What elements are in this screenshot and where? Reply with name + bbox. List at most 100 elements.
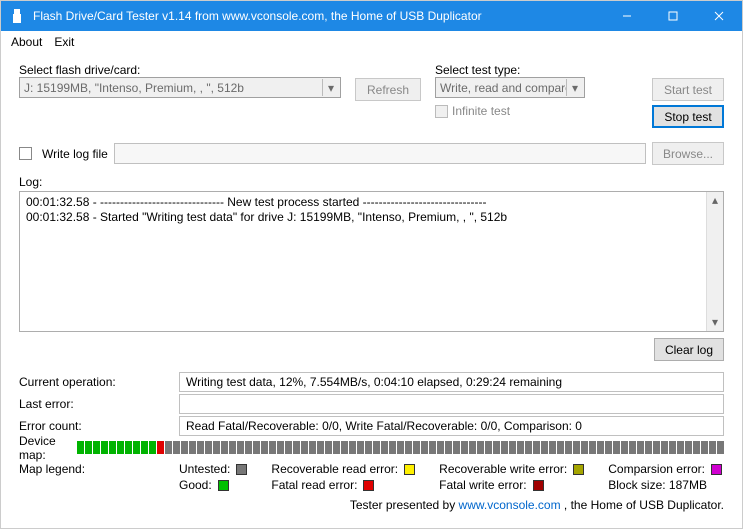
dm-cell: [181, 441, 188, 454]
log-box[interactable]: 00:01:32.58 - --------------------------…: [19, 191, 724, 332]
dm-cell: [597, 441, 604, 454]
dm-cell: [469, 441, 476, 454]
write-log-checkbox[interactable]: [19, 147, 32, 160]
dm-cell: [221, 441, 228, 454]
dm-cell: [653, 441, 660, 454]
dm-cell: [637, 441, 644, 454]
dm-cell: [149, 441, 156, 454]
dm-cell: [461, 441, 468, 454]
dm-cell: [621, 441, 628, 454]
dm-cell: [165, 441, 172, 454]
swatch-dred: [533, 480, 544, 491]
dm-cell: [101, 441, 108, 454]
dm-cell: [573, 441, 580, 454]
dm-cell: [685, 441, 692, 454]
dm-cell: [485, 441, 492, 454]
app-icon: [9, 8, 25, 24]
start-test-button[interactable]: Start test: [652, 78, 724, 101]
legend-recov-write: Recoverable write error:: [439, 462, 567, 476]
chevron-down-icon: ▾: [566, 79, 583, 96]
legend-fatal-read: Fatal read error:: [271, 478, 357, 492]
footer-prefix: Tester presented by: [350, 498, 459, 512]
menubar: About Exit: [1, 31, 742, 53]
dm-cell: [541, 441, 548, 454]
footer-suffix: , the Home of USB Duplicator.: [561, 498, 724, 512]
dm-cell: [421, 441, 428, 454]
test-type-select[interactable]: Write, read and compare ▾: [435, 77, 585, 98]
last-error-label: Last error:: [19, 397, 179, 411]
dm-cell: [261, 441, 268, 454]
stop-test-button[interactable]: Stop test: [652, 105, 724, 128]
dm-cell: [477, 441, 484, 454]
menu-about[interactable]: About: [11, 35, 42, 49]
infinite-test-label: Infinite test: [452, 104, 510, 118]
legend-fatal-write: Fatal write error:: [439, 478, 526, 492]
dm-cell: [549, 441, 556, 454]
maximize-button[interactable]: [650, 1, 696, 31]
dm-cell: [317, 441, 324, 454]
dm-cell: [397, 441, 404, 454]
log-line: 00:01:32.58 - --------------------------…: [26, 195, 703, 210]
dm-cell: [117, 441, 124, 454]
dm-cell: [349, 441, 356, 454]
error-count-value: Read Fatal/Recoverable: 0/0, Write Fatal…: [179, 416, 724, 436]
legend-blocksize: Block size: 187MB: [608, 478, 707, 492]
swatch-red: [363, 480, 374, 491]
dm-cell: [157, 441, 164, 454]
error-count-label: Error count:: [19, 419, 179, 433]
dm-cell: [693, 441, 700, 454]
dm-cell: [437, 441, 444, 454]
chevron-down-icon: ▾: [322, 79, 339, 96]
log-line: 00:01:32.58 - Started "Writing test data…: [26, 210, 703, 225]
dm-cell: [629, 441, 636, 454]
dm-cell: [517, 441, 524, 454]
dm-cell: [661, 441, 668, 454]
dm-cell: [709, 441, 716, 454]
dm-cell: [533, 441, 540, 454]
dm-cell: [677, 441, 684, 454]
dm-cell: [613, 441, 620, 454]
minimize-button[interactable]: [604, 1, 650, 31]
close-button[interactable]: [696, 1, 742, 31]
dm-cell: [717, 441, 724, 454]
dm-cell: [589, 441, 596, 454]
current-op-label: Current operation:: [19, 375, 179, 389]
scrollbar[interactable]: ▴ ▾: [706, 192, 723, 331]
titlebar: Flash Drive/Card Tester v1.14 from www.v…: [1, 1, 742, 31]
dm-cell: [389, 441, 396, 454]
clear-log-button[interactable]: Clear log: [654, 338, 724, 361]
dm-cell: [301, 441, 308, 454]
scroll-up-icon[interactable]: ▴: [707, 192, 723, 209]
dm-cell: [293, 441, 300, 454]
dm-cell: [189, 441, 196, 454]
menu-exit[interactable]: Exit: [54, 35, 74, 49]
dm-cell: [453, 441, 460, 454]
dm-cell: [341, 441, 348, 454]
last-error-value: [179, 394, 724, 414]
drive-select[interactable]: J: 15199MB, "Intenso, Premium, , ", 512b…: [19, 77, 341, 98]
window-title: Flash Drive/Card Tester v1.14 from www.v…: [33, 9, 604, 23]
dm-cell: [229, 441, 236, 454]
dm-cell: [285, 441, 292, 454]
dm-cell: [277, 441, 284, 454]
dm-cell: [93, 441, 100, 454]
footer-link[interactable]: www.vconsole.com: [459, 498, 561, 512]
refresh-button[interactable]: Refresh: [355, 78, 421, 101]
dm-cell: [309, 441, 316, 454]
swatch-olive: [573, 464, 584, 475]
log-file-path: [114, 143, 646, 164]
dm-cell: [141, 441, 148, 454]
infinite-test-checkbox[interactable]: [435, 105, 448, 118]
device-map: [77, 441, 724, 455]
swatch-magenta: [711, 464, 722, 475]
dm-cell: [645, 441, 652, 454]
scroll-down-icon[interactable]: ▾: [707, 314, 723, 331]
dm-cell: [269, 441, 276, 454]
window-controls: [604, 1, 742, 31]
dm-cell: [493, 441, 500, 454]
swatch-grey: [236, 464, 247, 475]
dm-cell: [405, 441, 412, 454]
legend-comparison: Comparsion error:: [608, 462, 705, 476]
browse-button[interactable]: Browse...: [652, 142, 724, 165]
dm-cell: [509, 441, 516, 454]
